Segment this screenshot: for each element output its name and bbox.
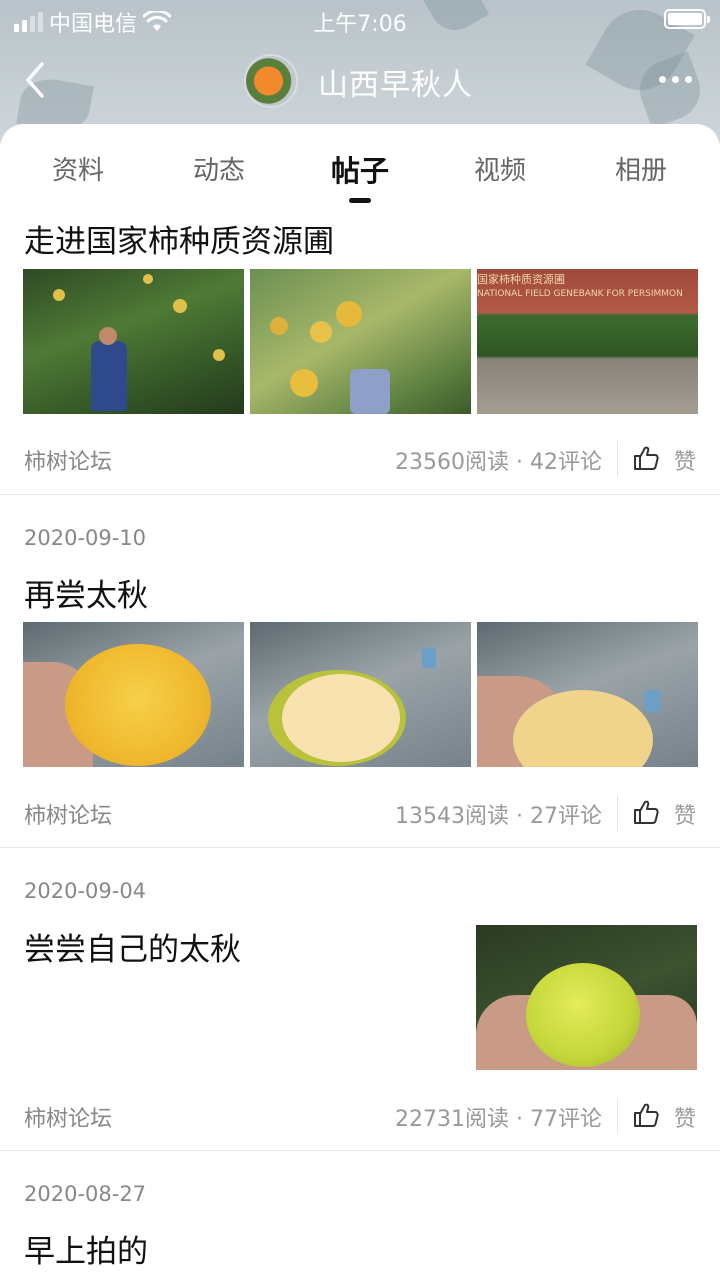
post-footer: 柿树论坛 22731阅读 · 77评论 赞	[0, 1097, 720, 1137]
post-divider	[0, 494, 720, 495]
post-date: 2020-08-27	[24, 1182, 147, 1206]
post-date: 2020-09-10	[24, 526, 147, 550]
post-title[interactable]: 再尝太秋	[24, 570, 148, 615]
tab-videos[interactable]: 视频	[430, 150, 570, 187]
thumbs-up-icon[interactable]	[632, 798, 660, 826]
post-title[interactable]: 走进国家柿种质资源圃	[24, 216, 334, 261]
post-date: 2020-09-04	[24, 879, 147, 903]
divider	[617, 1099, 618, 1133]
tab-bar: 资料 动态 帖子 视频 相册	[0, 124, 720, 214]
avatar[interactable]	[244, 54, 298, 108]
divider	[617, 442, 618, 476]
tab-album[interactable]: 相册	[571, 150, 711, 187]
genebank-gate-photo[interactable]: 国家柿种质资源圃 NATIONAL FIELD GENEBANK FOR PER…	[477, 269, 698, 414]
like-button[interactable]: 赞	[674, 798, 696, 830]
bitten-persimmon-photo[interactable]	[250, 622, 471, 767]
post-footer: 柿树论坛 23560阅读 · 42评论 赞	[0, 440, 720, 480]
post-title[interactable]: 尝尝自己的太秋	[24, 924, 241, 969]
green-persimmon-photo[interactable]	[476, 925, 697, 1070]
forum-link[interactable]: 柿树论坛	[24, 798, 112, 830]
bitten-persimmon-photo-2[interactable]	[477, 622, 698, 767]
post-divider	[0, 1150, 720, 1151]
post-images: 国家柿种质资源圃 NATIONAL FIELD GENEBANK FOR PER…	[23, 269, 698, 414]
orchard-worker-photo[interactable]	[23, 269, 244, 414]
divider	[617, 796, 618, 830]
forum-link[interactable]: 柿树论坛	[24, 1101, 112, 1133]
thumbs-up-icon[interactable]	[632, 444, 660, 472]
tab-profile[interactable]: 资料	[8, 150, 148, 187]
battery-icon	[664, 9, 710, 29]
post-stats: 23560阅读 · 42评论	[395, 450, 602, 475]
profile-name: 山西早秋人	[318, 68, 473, 103]
thumbs-up-icon[interactable]	[632, 1101, 660, 1129]
post-footer: 柿树论坛 13543阅读 · 27评论 赞	[0, 794, 720, 834]
post-stats: 22731阅读 · 77评论	[395, 1107, 602, 1132]
like-button[interactable]: 赞	[674, 444, 696, 476]
post-stats: 13543阅读 · 27评论	[395, 804, 602, 829]
whole-persimmon-photo[interactable]	[23, 622, 244, 767]
more-options-icon[interactable]	[659, 76, 692, 83]
tab-activity[interactable]: 动态	[149, 150, 289, 187]
persimmon-branch-photo[interactable]	[250, 269, 471, 414]
status-time: 上午7:06	[313, 12, 407, 37]
back-arrow-icon[interactable]	[20, 58, 50, 102]
post-title[interactable]: 早上拍的	[24, 1226, 148, 1271]
status-bar: 中国电信 上午7:06	[0, 0, 720, 40]
post-divider	[0, 847, 720, 848]
forum-link[interactable]: 柿树论坛	[24, 444, 112, 476]
post-images	[23, 622, 698, 767]
nav-bar: 山西早秋人	[0, 50, 720, 110]
content-panel: 资料 动态 帖子 视频 相册 走进国家柿种质资源圃 国家柿种质资源圃 NATIO…	[0, 124, 720, 1280]
tab-indicator	[349, 198, 371, 203]
tab-posts[interactable]: 帖子	[290, 148, 430, 190]
like-button[interactable]: 赞	[674, 1101, 696, 1133]
